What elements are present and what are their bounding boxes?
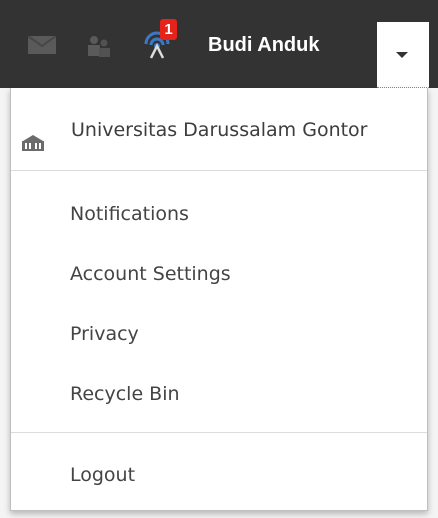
account-dropdown-button[interactable] bbox=[377, 22, 429, 88]
notification-badge: 1 bbox=[160, 19, 177, 40]
building-icon bbox=[21, 121, 45, 171]
menu-item-recycle-bin[interactable]: Recycle Bin bbox=[11, 369, 427, 419]
menu-item-notifications[interactable]: Notifications bbox=[11, 189, 427, 239]
menu-item-label: Recycle Bin bbox=[70, 383, 180, 405]
menu-divider bbox=[11, 432, 427, 433]
mail-icon[interactable] bbox=[27, 35, 57, 58]
menu-item-label: Notifications bbox=[70, 203, 189, 225]
menu-item-label: Account Settings bbox=[70, 263, 231, 285]
menu-item-label: Privacy bbox=[70, 323, 139, 345]
user-name-link[interactable]: Budi Anduk bbox=[208, 33, 319, 57]
menu-item-logout[interactable]: Logout bbox=[11, 450, 427, 500]
chevron-down-icon bbox=[396, 52, 408, 58]
menu-item-label: Logout bbox=[70, 464, 136, 486]
account-dropdown-menu: Universitas Darussalam Gontor Notificati… bbox=[10, 88, 428, 511]
menu-item-account-settings[interactable]: Account Settings bbox=[11, 249, 427, 299]
menu-item-organization[interactable]: Universitas Darussalam Gontor bbox=[11, 105, 427, 155]
organization-label: Universitas Darussalam Gontor bbox=[71, 119, 368, 141]
friends-icon[interactable] bbox=[86, 34, 112, 62]
menu-divider bbox=[11, 170, 427, 171]
top-navigation-bar: 1 Budi Anduk bbox=[0, 0, 438, 518]
menu-item-privacy[interactable]: Privacy bbox=[11, 309, 427, 359]
